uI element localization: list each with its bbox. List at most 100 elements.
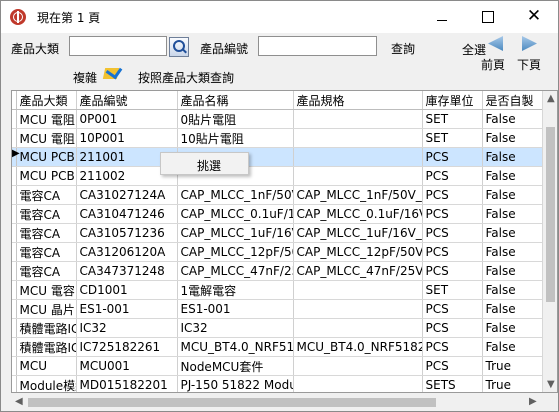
table-cell[interactable]: True (482, 356, 543, 376)
table-cell[interactable]: Module模組 (16, 375, 77, 392)
horizontal-scrollbar[interactable]: ◀ ▶ (11, 394, 543, 411)
table-cell[interactable]: IC32 (177, 318, 294, 338)
table-cell[interactable]: PCS (422, 185, 483, 205)
table-cell[interactable]: PJ-150 51822 Module (177, 375, 294, 392)
table-cell[interactable] (293, 356, 423, 376)
table-cell[interactable] (293, 109, 423, 129)
table-cell[interactable]: PCS (422, 299, 483, 319)
column-header[interactable]: 產品規格 (293, 91, 423, 110)
scroll-down-icon[interactable]: ▼ (547, 379, 555, 390)
vertical-scroll-thumb[interactable] (546, 127, 555, 302)
previous-arrow-icon[interactable] (488, 36, 503, 51)
table-row[interactable]: MCU 電阻 0P001 0貼片電阻 SET False (12, 109, 543, 129)
table-cell[interactable]: MCU PCB (16, 147, 77, 167)
table-cell[interactable]: SET (422, 280, 483, 300)
table-row[interactable]: 電容CACA31206120ACAP_MLCC_12pF/50VCAP_MLCC… (12, 242, 543, 262)
table-cell[interactable]: NodeMCU套件 (177, 356, 294, 376)
next-page-button[interactable]: 下頁 (517, 56, 541, 73)
table-cell[interactable]: False (482, 223, 543, 243)
table-cell[interactable] (293, 128, 423, 148)
close-button[interactable]: ✕ (511, 1, 557, 33)
table-cell[interactable]: 積體電路IC (16, 337, 77, 357)
table-cell[interactable]: MCU001 (76, 356, 178, 376)
table-cell[interactable] (293, 299, 423, 319)
table-cell[interactable]: CA31027124A (76, 185, 178, 205)
table-cell[interactable] (293, 147, 423, 167)
column-header[interactable]: 是否自製 (482, 91, 543, 110)
category-input[interactable] (69, 36, 167, 56)
table-row[interactable]: Module模組MD015182201PJ-150 51822 Module SE… (12, 375, 543, 392)
table-cell[interactable]: PCS (422, 242, 483, 262)
table-cell[interactable]: False (482, 261, 543, 281)
column-header[interactable]: 產品大類 (16, 91, 77, 110)
table-cell[interactable]: IC32 (76, 318, 178, 338)
table-cell[interactable]: 10P001 (76, 128, 178, 148)
table-row[interactable]: MCU 晶片 ES1-001 ES1-001 PCS False (12, 299, 543, 319)
table-cell[interactable]: CAP_MLCC_12pF/50V (177, 242, 294, 262)
table-cell[interactable]: 積體電路IC (16, 318, 77, 338)
table-row[interactable]: MCU PCB 211002 PCS False (12, 166, 543, 186)
table-cell[interactable]: PCS (422, 318, 483, 338)
table-cell[interactable]: CAP_MLCC_12pF/50V_J (293, 242, 423, 262)
table-cell[interactable]: PCS (422, 356, 483, 376)
table-cell[interactable]: ES1-001 (76, 299, 178, 319)
table-cell[interactable]: False (482, 128, 543, 148)
table-cell[interactable]: 1電解電容 (177, 280, 294, 300)
table-row[interactable]: 積體電路IC IC32 IC32 PCS False (12, 318, 543, 338)
table-cell[interactable]: False (482, 109, 543, 129)
context-menu-select-item[interactable]: 挑選 (197, 157, 221, 174)
table-cell[interactable]: PCS (422, 337, 483, 357)
table-cell[interactable]: CAP_MLCC_1uF/16V_K_ (293, 223, 423, 243)
table-cell[interactable]: CAP_MLCC_0.1uF/16V_K (293, 204, 423, 224)
table-cell[interactable]: 電容CA (16, 223, 77, 243)
table-cell[interactable]: 電容CA (16, 242, 77, 262)
table-cell[interactable]: PCS (422, 261, 483, 281)
table-cell[interactable]: PCS (422, 166, 483, 186)
table-cell[interactable]: CAP_MLCC_1nF/50V_ (177, 185, 294, 205)
table-cell[interactable]: 電容CA (16, 204, 77, 224)
scroll-left-icon[interactable]: ◀ (15, 396, 23, 407)
table-cell[interactable]: CAP_MLCC_47nF/25V (177, 261, 294, 281)
table-cell[interactable]: False (482, 318, 543, 338)
table-row[interactable]: 電容CACA310471246CAP_MLCC_0.1uF/16VCAP_MLC… (12, 204, 543, 224)
table-cell[interactable]: False (482, 337, 543, 357)
table-cell[interactable] (293, 280, 423, 300)
table-row[interactable]: 電容CACA347371248CAP_MLCC_47nF/25VCAP_MLCC… (12, 261, 543, 281)
table-cell[interactable]: False (482, 166, 543, 186)
table-row[interactable]: MCU 電容 CD1001 1電解電容 SET False (12, 280, 543, 300)
next-arrow-icon[interactable] (522, 36, 537, 51)
table-cell[interactable]: MCU 電容 (16, 280, 77, 300)
table-cell[interactable]: MCU 電阻 (16, 109, 77, 129)
search-button[interactable] (169, 37, 189, 57)
table-cell[interactable]: 電容CA (16, 261, 77, 281)
table-cell[interactable]: CD1001 (76, 280, 178, 300)
table-cell[interactable]: CA310471246 (76, 204, 178, 224)
table-row[interactable]: MCU MCU001 NodeMCU套件 PCS True (12, 356, 543, 376)
table-cell[interactable]: SETS (422, 375, 483, 392)
query-button[interactable]: 查詢 (391, 40, 415, 57)
table-cell[interactable] (293, 166, 423, 186)
table-cell[interactable]: MCU 晶片 (16, 299, 77, 319)
table-cell[interactable]: MCU 電阻 (16, 128, 77, 148)
table-cell[interactable]: CA31206120A (76, 242, 178, 262)
scroll-up-icon[interactable]: ▲ (547, 93, 555, 104)
table-row[interactable]: 積體電路ICIC725182261MCU_BT4.0_NRF5182MCU_BT… (12, 337, 543, 357)
table-cell[interactable]: CAP_MLCC_47nF/25V_K (293, 261, 423, 281)
table-cell[interactable]: PCS (422, 223, 483, 243)
horizontal-scroll-thumb[interactable] (28, 398, 436, 407)
scroll-right-icon[interactable]: ▶ (529, 396, 537, 407)
table-cell[interactable]: MD015182201 (76, 375, 178, 392)
copy-icon[interactable] (102, 62, 123, 82)
table-cell[interactable]: CAP_MLCC_1uF/16V_ (177, 223, 294, 243)
column-header[interactable]: 庫存單位 (422, 91, 483, 110)
table-cell[interactable]: SET (422, 128, 483, 148)
table-cell[interactable]: PCS (422, 204, 483, 224)
table-cell[interactable]: True (482, 375, 543, 392)
previous-page-button[interactable]: 前頁 (481, 56, 505, 73)
table-cell[interactable]: False (482, 242, 543, 262)
table-cell[interactable]: 10貼片電阻 (177, 128, 294, 148)
table-row[interactable]: MCU 電阻 10P001 10貼片電阻 SET False (12, 128, 543, 148)
table-cell[interactable]: 電容CA (16, 185, 77, 205)
table-cell[interactable]: CAP_MLCC_0.1uF/16V (177, 204, 294, 224)
title-bar[interactable]: 現在第 1 頁 ✕ (1, 1, 558, 33)
